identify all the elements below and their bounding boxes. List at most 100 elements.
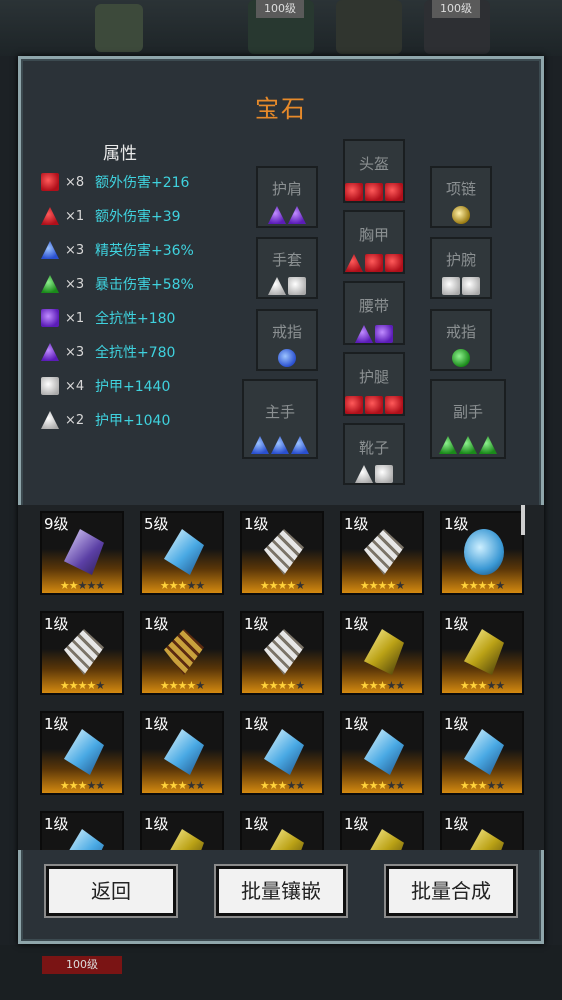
- slot-bracer[interactable]: 护腕: [430, 237, 492, 299]
- gem-star-rating: ★★★★★: [142, 679, 222, 692]
- star-filled-icon: ★: [486, 579, 496, 592]
- gem-inventory-item[interactable]: 1级★★★★★: [140, 811, 224, 850]
- yellow-gem-icon: [464, 629, 504, 675]
- red-gem-icon: [385, 254, 403, 272]
- gem-star-rating: ★★★★★: [442, 579, 522, 592]
- gem-level: 5级: [144, 515, 169, 533]
- red-gem-icon: [345, 183, 363, 201]
- star-empty-icon: ★: [295, 779, 305, 792]
- star-filled-icon: ★: [68, 779, 79, 792]
- gem-inventory-item[interactable]: 1级★★★★★: [440, 811, 524, 850]
- star-filled-icon: ★: [459, 579, 470, 592]
- gem-inventory-item[interactable]: 1级★★★★★: [340, 611, 424, 695]
- gem-inventory-item[interactable]: 1级★★★★★: [240, 611, 324, 695]
- gem-inventory-item[interactable]: 1级★★★★★: [440, 611, 524, 695]
- slot-belt[interactable]: 腰带: [343, 281, 405, 345]
- attribute-row: ×1 全抗性+180: [41, 306, 175, 330]
- gem-inventory-item[interactable]: 1级★★★★★: [140, 711, 224, 795]
- red-gem-icon: [365, 254, 383, 272]
- slot-shoulder[interactable]: 护肩: [256, 166, 318, 228]
- red-gem-icon: [41, 173, 59, 191]
- gem-inventory-grid[interactable]: 9级 ★★★★★ 5级 ★★★★★ 1级 ★★★★★ 1级 ★★★★★ 1级 ★★★★★ 1级 ★★★…: [18, 505, 544, 850]
- star-filled-icon: ★: [368, 679, 379, 692]
- slot-ring-left[interactable]: 戒指: [256, 309, 318, 371]
- gem-inventory-item[interactable]: 1级★★★★★: [340, 711, 424, 795]
- star-empty-icon: ★: [486, 779, 496, 792]
- red-gem-icon: [345, 396, 363, 414]
- blue-triangle-gem-icon: [41, 241, 59, 259]
- gem-inventory-item[interactable]: 1级★★★★★: [240, 811, 324, 850]
- gold-gem-icon: [164, 629, 204, 675]
- gem-inventory-item[interactable]: 9级 ★★★★★: [40, 511, 124, 595]
- background-character: [95, 4, 143, 52]
- slot-gloves[interactable]: 手套: [256, 237, 318, 299]
- star-filled-icon: ★: [59, 779, 70, 792]
- gem-inventory-item[interactable]: 5级 ★★★★★: [140, 511, 224, 595]
- gem-level: 1级: [144, 715, 169, 733]
- slot-ring-right[interactable]: 戒指: [430, 309, 492, 371]
- slot-chest[interactable]: 胸甲: [343, 210, 405, 274]
- batch-inlay-button[interactable]: 批量镶嵌: [216, 866, 346, 916]
- star-filled-icon: ★: [286, 579, 296, 592]
- blue-gem-icon: [464, 729, 504, 775]
- gem-count: ×4: [65, 378, 85, 394]
- star-filled-icon: ★: [359, 679, 370, 692]
- star-filled-icon: ★: [468, 779, 479, 792]
- slot-label: 腰带: [358, 297, 389, 315]
- gem-inventory-item[interactable]: 1级★★★★★: [40, 811, 124, 850]
- star-empty-icon: ★: [395, 679, 405, 692]
- star-filled-icon: ★: [286, 679, 296, 692]
- gem-count: ×8: [65, 174, 85, 190]
- slot-boots[interactable]: 靴子: [343, 423, 405, 485]
- inventory-scrollbar[interactable]: [521, 505, 525, 535]
- slot-legs[interactable]: 护腿: [343, 352, 405, 416]
- blue-gem-icon: [164, 529, 204, 575]
- star-filled-icon: ★: [268, 779, 279, 792]
- white-gem-icon: [264, 629, 304, 675]
- gem-level: 1级: [144, 615, 169, 633]
- gem-inventory-item[interactable]: 1级★★★★★: [340, 811, 424, 850]
- gem-inventory-item[interactable]: 1级★★★★★: [240, 511, 324, 595]
- yellow-gem-icon: [264, 829, 304, 850]
- slot-label: 主手: [264, 403, 295, 421]
- gem-inventory-item[interactable]: 1级★★★★★: [240, 711, 324, 795]
- star-filled-icon: ★: [159, 679, 170, 692]
- gem-level: 1级: [344, 615, 369, 633]
- gem-inventory-item[interactable]: 1级 ★★★★★: [140, 611, 224, 695]
- blue-triangle-gem-icon: [251, 436, 269, 454]
- gem-star-rating: ★★★★★: [142, 779, 222, 792]
- batch-combine-button[interactable]: 批量合成: [386, 866, 516, 916]
- gem-inventory-item[interactable]: 1级★★★★★: [440, 711, 524, 795]
- purple-gem-icon: [64, 529, 104, 575]
- star-filled-icon: ★: [386, 579, 396, 592]
- gem-star-rating: ★★★★★: [442, 679, 522, 692]
- star-empty-icon: ★: [95, 679, 105, 692]
- star-empty-icon: ★: [186, 779, 196, 792]
- star-filled-icon: ★: [59, 579, 70, 592]
- gem-inventory-item[interactable]: 1级★★★★★: [440, 511, 524, 595]
- gem-inventory-item[interactable]: 1级★★★★★: [40, 711, 124, 795]
- gem-inventory-item[interactable]: 1级★★★★★: [340, 511, 424, 595]
- gem-level: 1级: [344, 515, 369, 533]
- slot-off-hand[interactable]: 副手: [430, 379, 506, 459]
- purple-gem-icon: [375, 325, 393, 343]
- slot-helmet[interactable]: 头盔: [343, 139, 405, 203]
- star-filled-icon: ★: [159, 779, 170, 792]
- red-gem-icon: [365, 183, 383, 201]
- gem-inventory-item[interactable]: 1级★★★★★: [40, 611, 124, 695]
- star-filled-icon: ★: [86, 679, 96, 692]
- star-filled-icon: ★: [459, 779, 470, 792]
- gem-level: 1级: [344, 715, 369, 733]
- background-level-badge: 100级: [42, 956, 122, 974]
- blue-orb-gem-icon: [278, 349, 296, 367]
- purple-triangle-gem-icon: [268, 206, 286, 224]
- back-button[interactable]: 返回: [46, 866, 176, 916]
- gem-count: ×3: [65, 344, 85, 360]
- gem-star-rating: ★★★★★: [42, 679, 122, 692]
- slot-necklace[interactable]: 项链: [430, 166, 492, 228]
- star-empty-icon: ★: [395, 579, 405, 592]
- gem-star-rating: ★★★★★: [242, 779, 322, 792]
- star-filled-icon: ★: [468, 679, 479, 692]
- slot-main-hand[interactable]: 主手: [242, 379, 318, 459]
- gem-level: 1级: [244, 515, 269, 533]
